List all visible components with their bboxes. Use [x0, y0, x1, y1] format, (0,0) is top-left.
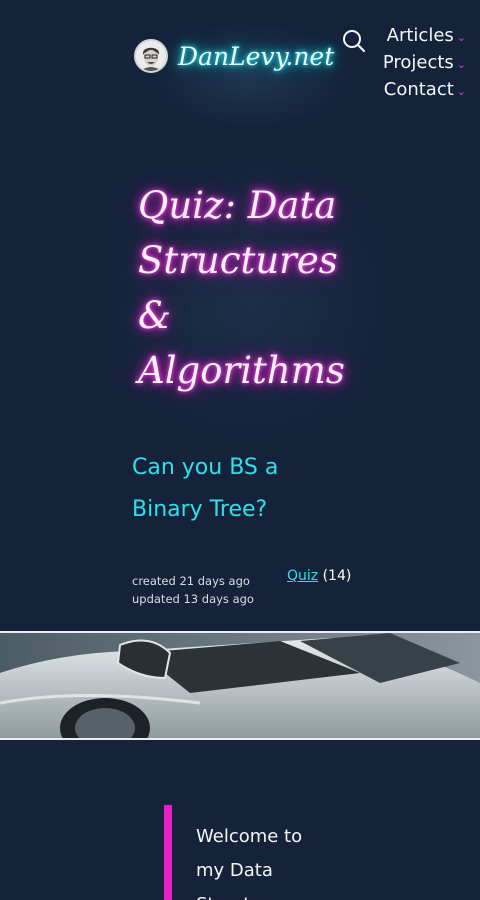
nav-item-label: Contact — [383, 79, 454, 100]
chevron-down-icon: ⌄ — [456, 85, 466, 98]
search-button[interactable] — [341, 28, 367, 54]
tag-count: (14) — [322, 568, 352, 584]
created-date: created 21 days ago — [132, 574, 250, 588]
article-dates: created 21 days ago updated 13 days ago — [132, 572, 254, 608]
search-icon — [343, 30, 366, 53]
main-nav: Articles ⌄ Projects ⌄ Contact ⌄ — [383, 22, 466, 103]
avatar-photo-icon — [136, 41, 166, 71]
page-title: Quiz: Data Structures & Algorithms — [138, 184, 345, 392]
nav-item-label: Projects — [382, 52, 454, 73]
tag-link-quiz[interactable]: Quiz — [287, 568, 318, 584]
article-subtitle: Can you BS a Binary Tree? — [132, 455, 279, 522]
nav-item-contact[interactable]: Contact ⌄ — [383, 76, 466, 103]
chevron-down-icon: ⌄ — [456, 31, 466, 44]
site-logo-text: DanLevy.net — [178, 41, 335, 71]
site-logo-link[interactable]: DanLevy.net — [134, 34, 334, 78]
article-tags: Quiz (14) — [287, 568, 351, 584]
updated-date: updated 13 days ago — [132, 592, 254, 606]
chevron-down-icon: ⌄ — [456, 58, 466, 71]
page: DanLevy.net Articles ⌄ Projects ⌄ Contac… — [0, 0, 480, 900]
sports-car-image — [0, 633, 480, 738]
avatar — [134, 39, 168, 73]
nav-item-articles[interactable]: Articles ⌄ — [383, 22, 466, 49]
nav-item-label: Articles — [386, 25, 454, 46]
intro-text: Welcome to my Data Structures — [196, 826, 303, 900]
banner-image — [0, 631, 480, 740]
nav-item-projects[interactable]: Projects ⌄ — [383, 49, 466, 76]
blockquote-bar — [164, 805, 172, 900]
